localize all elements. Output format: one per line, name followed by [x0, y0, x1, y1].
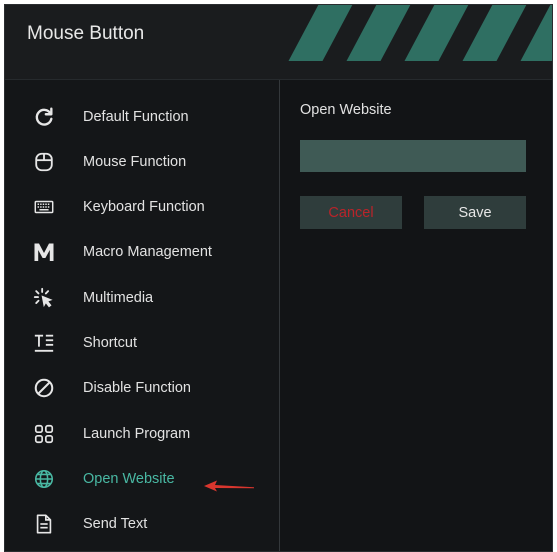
window-title: Mouse Button	[27, 23, 145, 44]
sidebar-item-label: Disable Function	[83, 380, 191, 396]
sidebar-item-label: Launch Program	[83, 426, 191, 442]
sidebar-item-label: Macro Management	[83, 244, 212, 260]
sidebar-item-label: Mouse Function	[83, 154, 187, 170]
save-button[interactable]: Save	[424, 196, 526, 229]
keyboard-icon	[31, 194, 57, 220]
sidebar-item-label: Open Website	[83, 471, 175, 487]
sidebar-item-disable-function[interactable]: Disable Function	[5, 368, 279, 408]
disable-icon	[31, 375, 57, 401]
sidebar-item-macro-management[interactable]: Macro Management	[5, 232, 279, 272]
section-title: Open Website	[300, 102, 392, 118]
main-panel: Open Website Cancel Save	[280, 80, 552, 551]
document-icon	[31, 511, 57, 537]
macro-m-icon	[31, 239, 57, 265]
mouse-button-window: Mouse Button Default Function Mouse Func…	[4, 4, 553, 552]
sidebar-item-default-function[interactable]: Default Function	[5, 97, 279, 137]
red-arrow-annotation-icon	[204, 480, 254, 492]
sidebar-item-label: Default Function	[83, 109, 189, 125]
shortcut-text-icon	[31, 330, 57, 356]
refresh-icon	[31, 104, 57, 130]
sidebar-item-mouse-function[interactable]: Mouse Function	[5, 142, 279, 182]
sidebar-item-shortcut[interactable]: Shortcut	[5, 323, 279, 363]
mouse-icon	[31, 149, 57, 175]
sidebar-item-multimedia[interactable]: Multimedia	[5, 278, 279, 318]
sidebar-item-label: Multimedia	[83, 290, 154, 306]
grid-apps-icon	[31, 421, 57, 447]
window-header: Mouse Button	[5, 5, 552, 79]
globe-icon	[31, 466, 57, 492]
sidebar-item-keyboard-function[interactable]: Keyboard Function	[5, 187, 279, 227]
sidebar-item-send-text[interactable]: Send Text	[5, 504, 279, 544]
sidebar-item-label: Keyboard Function	[83, 199, 205, 215]
cursor-sparkle-icon	[31, 285, 57, 311]
sidebar-item-label: Send Text	[83, 516, 148, 532]
sidebar-item-launch-program[interactable]: Launch Program	[5, 414, 279, 454]
cancel-button[interactable]: Cancel	[300, 196, 402, 229]
website-url-input[interactable]	[300, 140, 526, 172]
header-stripes-decoration	[275, 5, 552, 61]
sidebar-item-label: Shortcut	[83, 335, 137, 351]
